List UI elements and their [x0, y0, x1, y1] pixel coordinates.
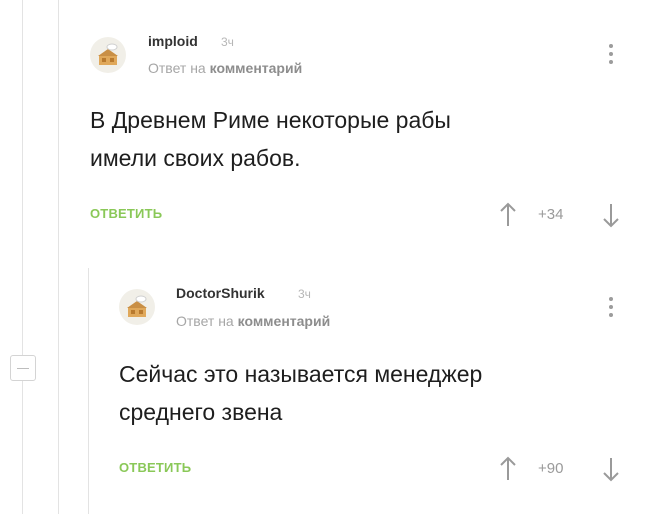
- comment-2: DoctorShurik 3ч Ответ на комментарий Сей…: [0, 0, 650, 514]
- comment-time: 3ч: [298, 287, 311, 301]
- upvote-icon[interactable]: [500, 456, 516, 482]
- comment-body-line: Сейчас это называется менеджер: [119, 361, 483, 387]
- avatar-icon: [127, 295, 147, 317]
- downvote-icon[interactable]: [603, 456, 619, 482]
- avatar[interactable]: [119, 289, 155, 325]
- reply-button[interactable]: ОТВЕТИТЬ: [119, 460, 191, 475]
- reply-to-info: Ответ на комментарий: [176, 313, 330, 329]
- comment-body: Сейчас это называется менеджер среднего …: [119, 355, 629, 431]
- comment-body-line: среднего звена: [119, 399, 283, 425]
- more-icon[interactable]: [609, 297, 613, 319]
- username[interactable]: DoctorShurik: [176, 285, 265, 301]
- reply-prefix: Ответ на: [176, 313, 234, 329]
- reply-target-link[interactable]: комментарий: [238, 313, 331, 329]
- rating-value: +90: [538, 460, 564, 477]
